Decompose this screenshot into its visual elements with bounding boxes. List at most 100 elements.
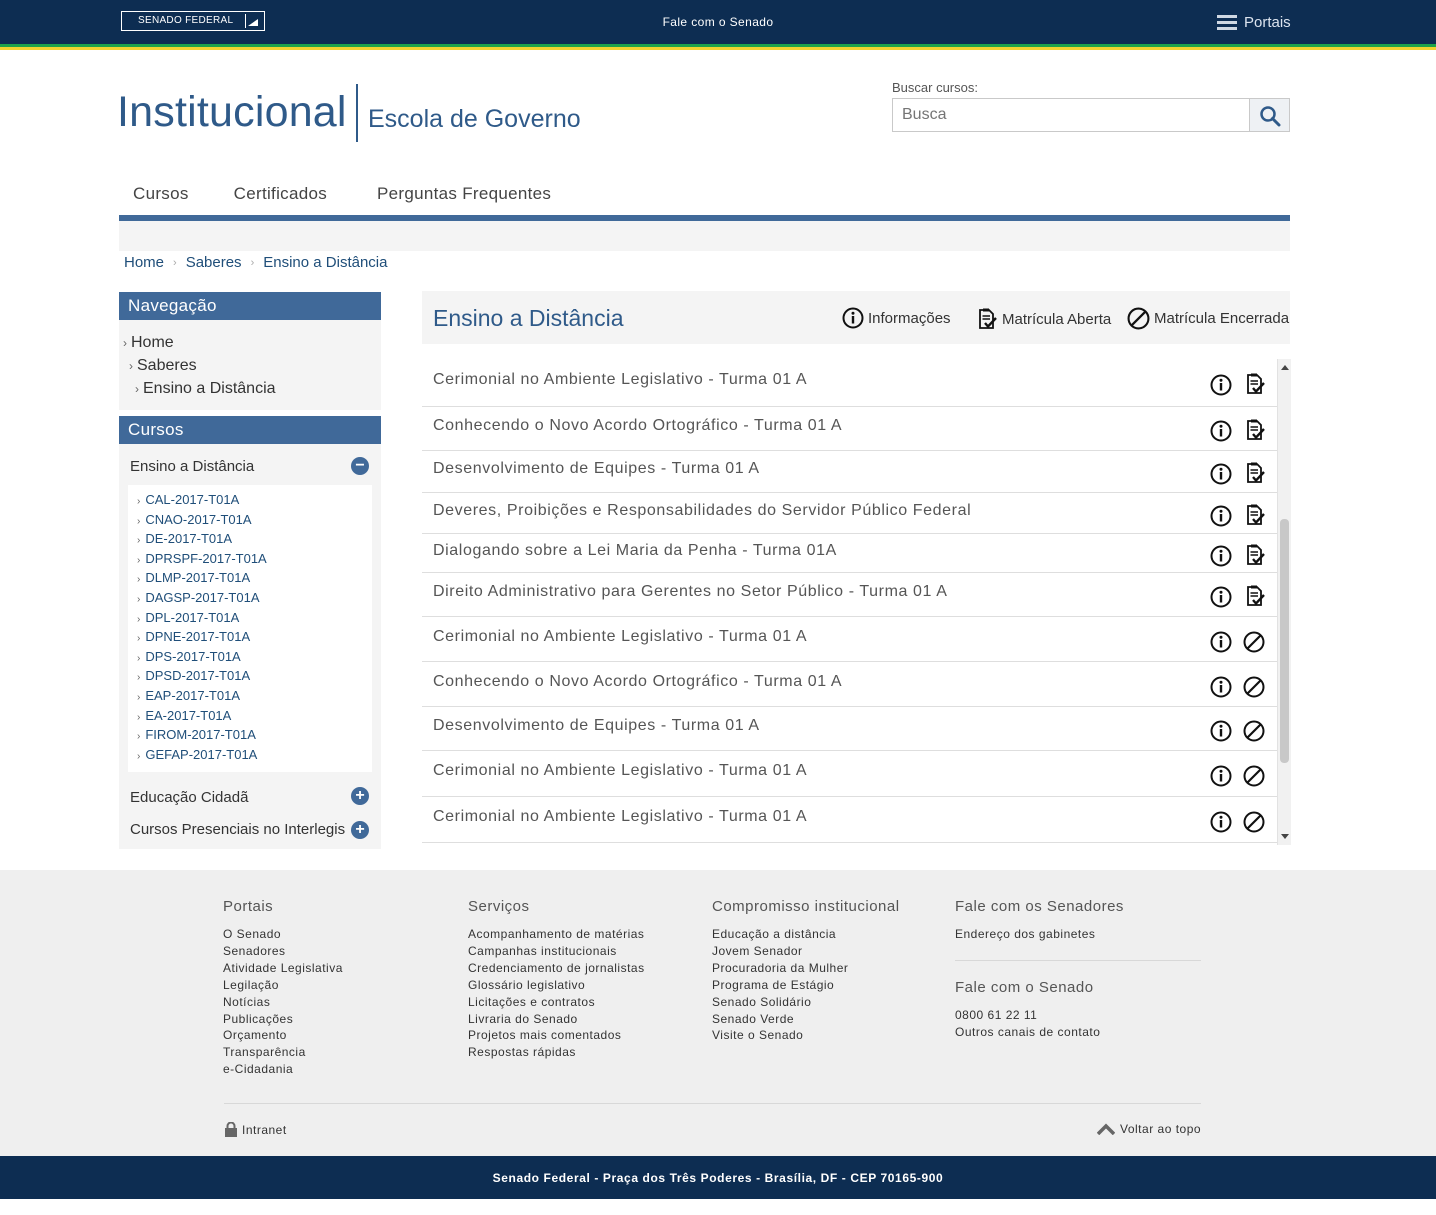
search-button[interactable] [1249,98,1290,132]
chevron-right-icon: › [135,382,139,396]
course-title[interactable]: Dialogando sobre a Lei Maria da Penha - … [433,542,837,560]
info-icon[interactable] [1210,420,1232,447]
course-title[interactable]: Cerimonial no Ambiente Legislativo - Tur… [433,371,807,389]
course-code-link[interactable]: › GEFAP-2017-T01A [137,747,257,762]
breadcrumb-home[interactable]: Home [124,254,164,271]
course-code-link[interactable]: › DAGSP-2017-T01A [137,590,260,605]
footer-link[interactable]: Senado Solidário [712,994,900,1011]
footer-link[interactable]: Licitações e contratos [468,994,645,1011]
footer-link[interactable]: Projetos mais comentados [468,1027,645,1044]
footer-link[interactable]: Publicações [223,1011,343,1028]
back-to-top-link[interactable]: Voltar ao topo [1097,1122,1201,1136]
footer-link[interactable]: Atividade Legislativa [223,960,343,977]
prohibited-icon[interactable] [1243,765,1265,792]
clipboard-check-icon[interactable] [1242,503,1266,532]
breadcrumb-saberes[interactable]: Saberes [186,254,242,271]
course-code-link[interactable]: › CNAO-2017-T01A [137,512,252,527]
nav-perguntas-frequentes[interactable]: Perguntas Frequentes [377,184,551,216]
course-code-link[interactable]: › EA-2017-T01A [137,708,231,723]
sidebar-item-saberes[interactable]: › Saberes [129,357,197,375]
course-code-link[interactable]: › DPS-2017-T01A [137,649,241,664]
clipboard-check-icon[interactable] [1242,543,1266,572]
clipboard-check-icon[interactable] [1242,461,1266,490]
course-code-link[interactable]: › DLMP-2017-T01A [137,570,250,585]
info-icon[interactable] [1210,505,1232,532]
footer-link[interactable]: Acompanhamento de matérias [468,926,645,943]
scroll-thumb[interactable] [1280,519,1289,763]
info-icon[interactable] [1210,720,1232,747]
course-title[interactable]: Deveres, Proibições e Responsabilidades … [433,502,971,520]
sidebar-item-ensino[interactable]: › Ensino a Distância [135,380,276,398]
site-title[interactable]: Institucional [117,88,347,137]
course-title[interactable]: Conhecendo o Novo Acordo Ortográfico - T… [433,417,842,435]
clipboard-check-icon[interactable] [1242,418,1266,447]
footer-link[interactable]: Credenciamento de jornalistas [468,960,645,977]
sidebar-item-home[interactable]: › Home [123,334,174,352]
collapse-icon[interactable]: − [351,457,369,475]
expand-icon[interactable]: + [351,787,369,805]
course-title[interactable]: Conhecendo o Novo Acordo Ortográfico - T… [433,673,842,691]
info-icon[interactable] [1210,463,1232,490]
expand-icon[interactable]: + [351,821,369,839]
footer-link[interactable]: Programa de Estágio [712,977,900,994]
course-code-link[interactable]: › CAL-2017-T01A [137,492,239,507]
scroll-down-arrow-icon[interactable] [1281,834,1289,839]
course-code-link[interactable]: › DPNE-2017-T01A [137,629,250,644]
footer-link[interactable]: Respostas rápidas [468,1044,645,1061]
course-title[interactable]: Direito Administrativo para Gerentes no … [433,583,948,601]
prohibited-icon[interactable] [1243,720,1265,747]
course-title[interactable]: Desenvolvimento de Equipes - Turma 01 A [433,460,760,478]
course-code-link[interactable]: › DPSD-2017-T01A [137,668,250,683]
course-code-link[interactable]: › DPRSPF-2017-T01A [137,551,267,566]
footer-link[interactable]: O Senado [223,926,343,943]
footer-link[interactable]: Endereço dos gabinetes [955,926,1124,943]
course-list-scrollbar[interactable] [1277,359,1291,845]
prohibited-icon[interactable] [1243,811,1265,838]
footer-link[interactable]: Outros canais de contato [955,1024,1100,1041]
info-icon[interactable] [1210,586,1232,613]
portais-menu-button[interactable]: Portais [1217,14,1291,31]
category-ensino-distancia[interactable]: Ensino a Distância [130,458,254,475]
footer-link[interactable]: e-Cidadania [223,1061,343,1078]
course-code-link[interactable]: › FIROM-2017-T01A [137,727,256,742]
footer-link[interactable]: Notícias [223,994,343,1011]
clipboard-check-icon[interactable] [1242,584,1266,613]
footer-link[interactable]: Procuradoria da Mulher [712,960,900,977]
footer-link[interactable]: 0800 61 22 11 [955,1007,1100,1024]
course-title[interactable]: Desenvolvimento de Equipes - Turma 01 A [433,717,760,735]
prohibited-icon[interactable] [1243,631,1265,658]
category-educacao-cidada[interactable]: Educação Cidadã [130,789,248,806]
nav-certificados[interactable]: Certificados [234,184,327,216]
info-icon[interactable] [1210,545,1232,572]
footer-link[interactable]: Jovem Senador [712,943,900,960]
footer-link[interactable]: Campanhas institucionais [468,943,645,960]
intranet-link[interactable]: Intranet [224,1122,287,1137]
nav-cursos[interactable]: Cursos [133,184,189,216]
info-icon[interactable] [1210,631,1232,658]
scroll-up-arrow-icon[interactable] [1281,365,1289,370]
footer-link[interactable]: Transparência [223,1044,343,1061]
course-title[interactable]: Cerimonial no Ambiente Legislativo - Tur… [433,762,807,780]
course-title[interactable]: Cerimonial no Ambiente Legislativo - Tur… [433,628,807,646]
footer-link[interactable]: Livraria do Senado [468,1011,645,1028]
footer-link[interactable]: Educação a distância [712,926,900,943]
search-input[interactable] [892,98,1250,132]
info-icon[interactable] [1210,811,1232,838]
footer-link[interactable]: Orçamento [223,1027,343,1044]
course-code-link[interactable]: › EAP-2017-T01A [137,688,240,703]
course-code-link[interactable]: › DPL-2017-T01A [137,610,239,625]
footer-link[interactable]: Visite o Senado [712,1027,900,1044]
category-cursos-presenciais[interactable]: Cursos Presenciais no Interlegis [130,821,345,838]
footer-link[interactable]: Senadores [223,943,343,960]
prohibited-icon[interactable] [1243,676,1265,703]
clipboard-check-icon[interactable] [1242,372,1266,401]
site-subtitle[interactable]: Escola de Governo [368,105,581,134]
course-title[interactable]: Cerimonial no Ambiente Legislativo - Tur… [433,808,807,826]
footer-link[interactable]: Senado Verde [712,1011,900,1028]
info-icon[interactable] [1210,765,1232,792]
info-icon[interactable] [1210,676,1232,703]
footer-link[interactable]: Legilação [223,977,343,994]
info-icon[interactable] [1210,374,1232,401]
footer-link[interactable]: Glossário legislativo [468,977,645,994]
course-code-link[interactable]: › DE-2017-T01A [137,531,232,546]
